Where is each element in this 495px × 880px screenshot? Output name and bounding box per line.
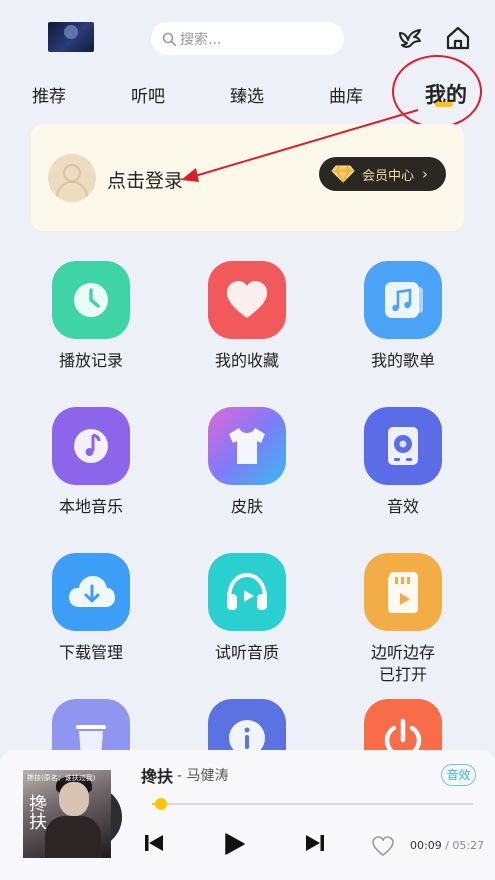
album-cover[interactable]: 搀扶(原名：谁扶过我) 搀扶 (23, 770, 111, 858)
grid-item-favorites[interactable]: 我的收藏 (197, 261, 297, 372)
grid-label: 播放记录 (58, 351, 123, 370)
cover-title: 搀扶(原名：谁扶过我) (27, 774, 96, 782)
grid-label: 试听音质 (214, 643, 279, 662)
chevron-right-icon: › (422, 165, 429, 183)
tab-selected[interactable]: 臻选 (230, 82, 264, 107)
annotation-circle (392, 55, 482, 128)
grid-label: 我的歌单 (370, 351, 435, 370)
diamond-icon (331, 165, 355, 183)
home-icon[interactable] (444, 24, 472, 52)
tab-library[interactable]: 曲库 (329, 82, 363, 107)
tshirt-icon (208, 407, 286, 485)
sound-effect-badge[interactable]: 音效 (441, 764, 476, 786)
time-display: 00:09 / 05:27 (410, 839, 484, 852)
search-placeholder: 搜索... (180, 31, 222, 48)
heart-outline-icon[interactable] (371, 835, 395, 857)
playlist-icon (364, 261, 442, 339)
grid-item-listen-and-save[interactable]: 边听边存 已打开 (353, 553, 453, 686)
song-title: 搀扶 (141, 767, 174, 786)
grid-item-skin[interactable]: 皮肤 (197, 407, 297, 518)
grid-label: 本地音乐 (58, 497, 123, 516)
grid-item-audio-quality[interactable]: 试听音质 (197, 553, 297, 664)
user-silhouette-icon (56, 164, 88, 197)
grid-item-sound-effect[interactable]: 音效 (353, 407, 453, 518)
avatar[interactable] (48, 154, 96, 202)
grid-label: 音效 (386, 497, 419, 516)
heart-icon (208, 261, 286, 339)
grid-item-local-music[interactable]: 本地音乐 (41, 407, 141, 518)
login-card[interactable]: 点击登录 会员中心 › (31, 124, 464, 231)
sd-card-icon (364, 553, 442, 631)
now-playing-thumbnail[interactable] (48, 22, 94, 52)
search-icon (162, 32, 176, 46)
grid-item-download-manager[interactable]: 下载管理 (41, 553, 141, 664)
grid-label: 我的收藏 (214, 351, 279, 370)
vip-center-label: 会员中心 (362, 168, 415, 184)
tab-listen[interactable]: 听吧 (131, 82, 165, 107)
grid-item-play-history[interactable]: 播放记录 (41, 261, 141, 372)
vip-center-button[interactable]: 会员中心 › (319, 157, 446, 191)
grid-label: 边听边存 (370, 643, 435, 662)
current-time: 00:09 (410, 839, 442, 852)
cover-calligraphy: 搀扶 (29, 794, 47, 833)
grid-label: 下载管理 (58, 643, 123, 662)
play-icon[interactable] (222, 832, 246, 856)
progress-bar[interactable] (152, 798, 473, 810)
speaker-icon (364, 407, 442, 485)
grid-item-my-playlists[interactable]: 我的歌单 (353, 261, 453, 372)
song-artist: - 马健涛 (177, 768, 229, 784)
tab-recommend[interactable]: 推荐 (32, 82, 66, 107)
clock-icon (52, 261, 130, 339)
total-time: / 05:27 (445, 839, 485, 852)
next-icon[interactable] (304, 832, 326, 854)
previous-icon[interactable] (143, 832, 165, 854)
music-note-icon (52, 407, 130, 485)
cloud-download-icon (52, 553, 130, 631)
login-prompt[interactable]: 点击登录 (107, 166, 183, 193)
headphones-icon (208, 553, 286, 631)
search-input[interactable]: 搜索... (151, 22, 344, 55)
grid-sublabel: 已打开 (378, 665, 427, 684)
bird-icon[interactable] (396, 24, 424, 52)
grid-label: 皮肤 (230, 497, 263, 516)
